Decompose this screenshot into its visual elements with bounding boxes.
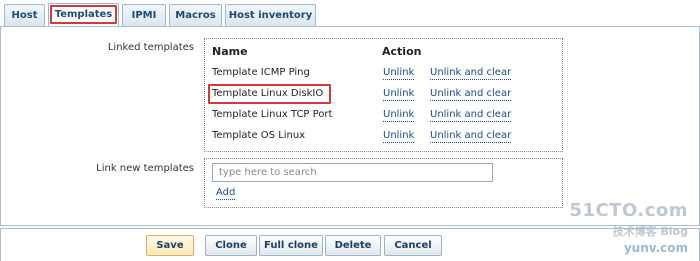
templates-panel: Linked templates Name Action Template IC… xyxy=(0,26,700,226)
tab-ipmi[interactable]: IPMI xyxy=(122,4,166,26)
tab-bar: Host Templates IPMI Macros Host inventor… xyxy=(0,0,700,27)
tab-ipmi-label: IPMI xyxy=(131,10,157,21)
clone-button[interactable]: Clone xyxy=(205,235,257,256)
tab-host[interactable]: Host xyxy=(4,4,45,26)
unlink-link[interactable]: Unlink xyxy=(383,88,415,101)
unlink-and-clear-link[interactable]: Unlink and clear xyxy=(430,109,512,122)
unlink-and-clear-link[interactable]: Unlink and clear xyxy=(430,67,512,80)
unlink-and-clear-link[interactable]: Unlink and clear xyxy=(430,130,512,143)
unlink-link[interactable]: Unlink xyxy=(383,130,415,143)
tab-host-inventory-label: Host inventory xyxy=(228,10,313,21)
delete-button[interactable]: Delete xyxy=(325,235,381,256)
cancel-button[interactable]: Cancel xyxy=(384,235,442,256)
tab-macros[interactable]: Macros xyxy=(169,4,222,26)
unlink-link[interactable]: Unlink xyxy=(383,67,415,80)
watermark-line-3: yunv.com xyxy=(623,241,688,255)
unlink-link[interactable]: Unlink xyxy=(383,109,415,122)
linked-templates-label: Linked templates xyxy=(107,42,194,53)
column-header-action: Action xyxy=(382,45,422,58)
save-button[interactable]: Save xyxy=(146,235,194,256)
tab-templates-highlight xyxy=(50,5,117,24)
link-new-templates-label: Link new templates xyxy=(96,163,194,174)
link-new-templates-box: Add xyxy=(204,158,563,208)
template-name: Template ICMP Ping xyxy=(212,67,310,78)
template-search-input[interactable] xyxy=(212,163,493,182)
linked-templates-box: Name Action Template ICMP Ping Unlink Un… xyxy=(204,38,563,152)
tab-templates[interactable]: Templates xyxy=(48,3,119,27)
tab-macros-label: Macros xyxy=(175,10,216,21)
template-name: Template Linux TCP Port xyxy=(212,109,333,120)
tab-host-inventory[interactable]: Host inventory xyxy=(225,4,316,26)
tab-host-label: Host xyxy=(11,10,38,21)
add-template-link[interactable]: Add xyxy=(216,187,236,200)
unlink-and-clear-link[interactable]: Unlink and clear xyxy=(430,88,512,101)
template-name: Template OS Linux xyxy=(212,130,306,141)
template-name: Template Linux DiskIO xyxy=(212,88,324,99)
watermark-line-2: 技术博客 Blog xyxy=(612,225,688,238)
column-header-name: Name xyxy=(212,45,248,58)
watermark-line-1: 51CTO.com xyxy=(569,200,688,221)
watermark: 51CTO.com 技术博客 Blog yunv.com xyxy=(569,200,688,255)
full-clone-button[interactable]: Full clone xyxy=(259,235,323,256)
